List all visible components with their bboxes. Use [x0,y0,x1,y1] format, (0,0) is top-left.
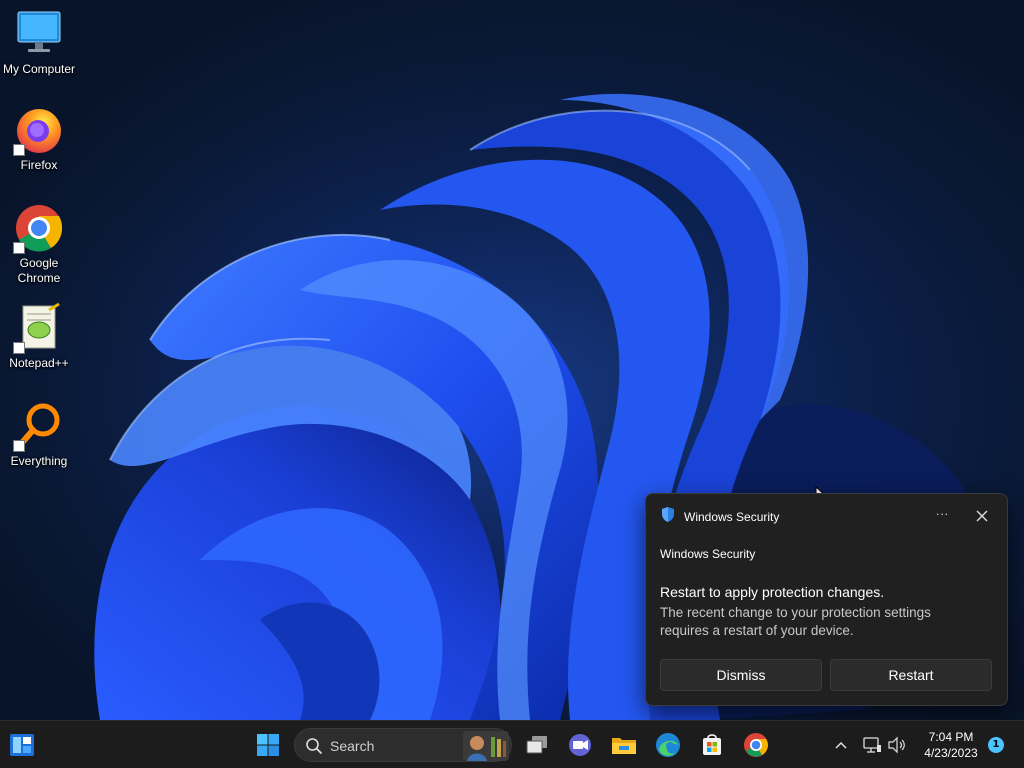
start-icon[interactable] [252,729,284,761]
shortcut-arrow-icon [13,144,25,156]
desktop-icon-google-chrome[interactable]: Google Chrome [0,202,78,286]
clock-date: 4/23/2023 [924,746,978,760]
file-explorer-icon[interactable] [608,729,640,761]
search-icon [305,737,323,759]
chrome-taskbar-icon[interactable] [740,729,772,761]
taskbar: Search 7:04 PM 4/23/2023 1 [0,720,1024,768]
notification-header: Windows Security [660,506,780,528]
desktop-icon-everything[interactable]: Everything [0,400,78,469]
desktop-icon-label: Notepad++ [9,356,69,370]
notepad-plus-plus-icon [13,302,65,354]
desktop-icon-label: Everything [10,454,68,468]
shortcut-arrow-icon [13,342,25,354]
more-options-icon[interactable]: ··· [932,506,952,526]
chrome-icon [13,202,65,254]
notification-source-title: Windows Security [660,547,756,561]
widgets-icon[interactable] [6,729,38,761]
close-icon[interactable] [972,506,992,526]
search-placeholder: Search [330,738,375,754]
desktop-icon-label: My Computer [2,62,76,76]
store-icon[interactable] [696,729,728,761]
notification-app-name: Windows Security [684,510,780,524]
desktop-icon-firefox[interactable]: Firefox [0,104,78,173]
restart-button[interactable]: Restart [830,659,992,691]
firefox-icon [13,104,65,156]
volume-icon[interactable] [881,729,913,761]
notification-count-badge[interactable]: 1 [988,737,1004,753]
computer-icon [13,8,65,60]
shortcut-arrow-icon [13,440,25,452]
notification-message-body: The recent change to your protection set… [660,605,931,638]
desktop-icon-notepad-plus-plus[interactable]: Notepad++ [0,302,78,371]
dismiss-button[interactable]: Dismiss [660,659,822,691]
everything-search-icon [13,400,65,452]
clock-time: 7:04 PM [928,730,974,744]
edge-icon[interactable] [652,729,684,761]
desktop-icon-label: Google Chrome [17,256,61,285]
taskbar-search-box[interactable]: Search [294,728,512,762]
windows-security-shield-icon [660,506,676,528]
system-clock[interactable]: 7:04 PM 4/23/2023 [918,729,984,761]
shortcut-arrow-icon [13,242,25,254]
teams-chat-icon[interactable] [564,729,596,761]
windows-security-notification[interactable]: Windows Security ··· Windows Security Re… [645,493,1008,706]
search-highlight-icon [463,731,509,765]
notification-message-title: Restart to apply protection changes. [660,584,885,600]
desktop-icon-label: Firefox [20,158,58,172]
task-view-icon[interactable] [521,729,553,761]
desktop-icon-my-computer[interactable]: My Computer [0,8,78,77]
chevron-up-icon[interactable] [825,729,857,761]
desktop: My Computer Firefox Google Chrome Notepa… [0,0,1024,720]
